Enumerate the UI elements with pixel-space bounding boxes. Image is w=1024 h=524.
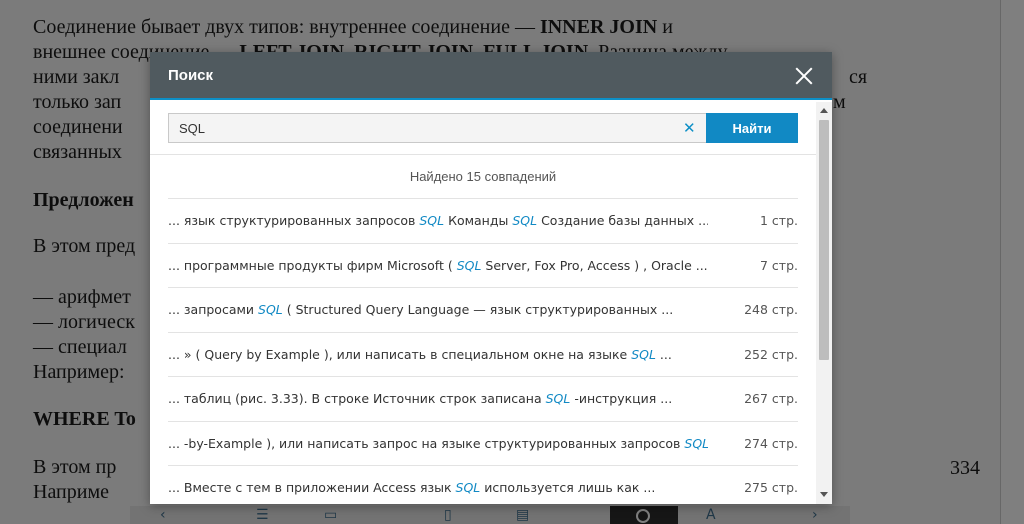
scroll-down-icon[interactable]	[820, 492, 828, 497]
search-result-row[interactable]: ... Вместе с тем в приложении Access язы…	[168, 465, 798, 504]
result-text: Команды	[444, 213, 513, 228]
result-text: ... -by-Example ), или написать запрос н…	[168, 435, 685, 451]
result-text: используется лишь как ...	[480, 480, 656, 495]
search-result-row[interactable]: ... -by-Example ), или написать запрос н…	[168, 420, 798, 466]
result-snippet: ... программные продукты фирм Microsoft …	[168, 258, 708, 273]
result-snippet: ... запросами SQL ( Structured Query Lan…	[168, 302, 708, 317]
dialog-title: Поиск	[168, 67, 214, 84]
clear-icon[interactable]: ✕	[683, 119, 696, 137]
result-page: 248 стр.	[744, 302, 798, 317]
result-text: ( Structured Query Language — язык струк…	[282, 302, 674, 317]
dialog-header: Поиск	[150, 52, 832, 100]
result-page: 1 стр.	[760, 213, 798, 228]
search-input[interactable]	[168, 113, 706, 143]
scroll-thumb[interactable]	[819, 120, 829, 360]
result-snippet: ... язык структурированных запросов SQL …	[168, 213, 708, 228]
result-snippet: ... -by-Example ), или написать запрос н…	[168, 436, 708, 451]
result-page: 267 стр.	[744, 391, 798, 406]
search-result-row[interactable]: ... таблиц (рис. 3.33). В строке Источни…	[168, 376, 798, 421]
result-match: SQL	[456, 257, 482, 273]
result-match: SQL	[684, 435, 708, 451]
result-text: ... таблиц (рис. 3.33). В строке Источни…	[168, 391, 546, 406]
search-result-row[interactable]: ... » ( Query by Example ), или написать…	[168, 331, 798, 377]
result-page: 7 стр.	[760, 257, 798, 273]
result-text: ... язык структурированных запросов	[168, 213, 420, 228]
search-result-row[interactable]: ... запросами SQL ( Structured Query Lan…	[168, 287, 798, 332]
search-dialog: Поиск ✕ Найти Найдено 15 совпадений ... …	[150, 52, 832, 504]
result-page: 274 стр.	[744, 435, 798, 451]
find-button[interactable]: Найти	[706, 113, 798, 143]
result-match: SQL	[419, 213, 445, 228]
result-text: ... » ( Query by Example ), или написать…	[168, 346, 632, 362]
result-text: Создание базы данных ...	[537, 213, 708, 228]
result-snippet: ... Вместе с тем в приложении Access язы…	[168, 480, 708, 495]
result-match: SQL	[631, 346, 656, 362]
result-match: SQL	[258, 302, 283, 317]
result-match: SQL	[512, 213, 538, 228]
result-match: SQL	[455, 480, 481, 495]
close-icon[interactable]	[792, 64, 816, 88]
result-match: SQL	[545, 391, 571, 406]
search-row: ✕ Найти	[168, 113, 798, 143]
search-result-row[interactable]: ... программные продукты фирм Microsoft …	[168, 242, 798, 288]
result-text: ... программные продукты фирм Microsoft …	[168, 257, 457, 273]
result-text: ... запросами	[168, 302, 259, 317]
found-count: Найдено 15 совпадений	[409, 169, 557, 184]
result-snippet: ... » ( Query by Example ), или написать…	[168, 347, 708, 362]
result-text: ...	[655, 346, 672, 362]
result-page: 275 стр.	[744, 480, 798, 495]
search-result-row[interactable]: ... язык структурированных запросов SQL …	[168, 198, 798, 243]
scroll-up-icon[interactable]	[820, 108, 828, 113]
result-text: -инструкция ...	[570, 391, 673, 406]
result-text: ... Вместе с тем в приложении Access язы…	[168, 480, 456, 495]
result-page: 252 стр.	[744, 346, 798, 362]
divider	[150, 154, 816, 155]
result-snippet: ... таблиц (рис. 3.33). В строке Источни…	[168, 391, 708, 406]
result-text: Server, Fox Pro, Access ) , Oracle ...	[481, 257, 708, 273]
scrollbar[interactable]	[816, 102, 832, 504]
results-list: ... язык структурированных запросов SQL …	[168, 198, 798, 504]
